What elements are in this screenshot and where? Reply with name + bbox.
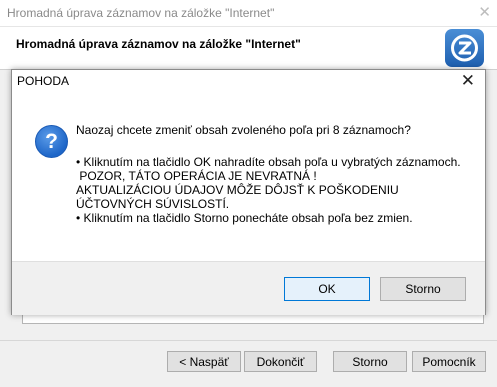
wizard-header: Hromadná úprava záznamov na záložke "Int… [0,27,497,69]
pohoda-logo-icon [445,29,484,67]
dialog-line-warning: POZOR, TÁTO OPERÁCIA JE NEVRATNÁ ! [76,169,317,183]
dialog-line-update: AKTUALIZÁCIOU ÚDAJOV MÔŽE DÔJSŤ K POŠKOD… [76,183,399,211]
wizard-cancel-button[interactable]: Storno [333,351,407,372]
dialog-line-storno: • Kliknutím na tlačidlo Storno ponecháte… [76,211,413,225]
finish-button[interactable]: Dokončiť [244,351,317,372]
dialog-close-icon[interactable]: ✕ [461,71,475,91]
dialog-title: POHODA [17,74,70,88]
dialog-footer: OK Storno [12,261,485,315]
wizard-close-icon[interactable]: ✕ [478,3,491,21]
question-icon: ? [35,125,68,158]
dialog-question: Naozaj chcete zmeniť obsah zvoleného poľ… [76,123,411,137]
wizard-window-title: Hromadná úprava záznamov na záložke "Int… [7,6,275,20]
storno-button[interactable]: Storno [380,277,466,301]
ok-button[interactable]: OK [284,277,370,301]
back-button[interactable]: < Naspäť [167,351,241,372]
wizard-titlebar: Hromadná úprava záznamov na záložke "Int… [0,0,497,27]
dialog-message: Naozaj chcete zmeniť obsah zvoleného poľ… [76,123,476,225]
wizard-separator [0,340,497,341]
help-button[interactable]: Pomocník [412,351,486,372]
dialog-line-ok: • Kliknutím na tlačidlo OK nahradíte obs… [76,155,461,169]
confirm-dialog: POHODA ✕ ? Naozaj chcete zmeniť obsah zv… [11,69,486,315]
wizard-heading: Hromadná úprava záznamov na záložke "Int… [16,37,301,51]
